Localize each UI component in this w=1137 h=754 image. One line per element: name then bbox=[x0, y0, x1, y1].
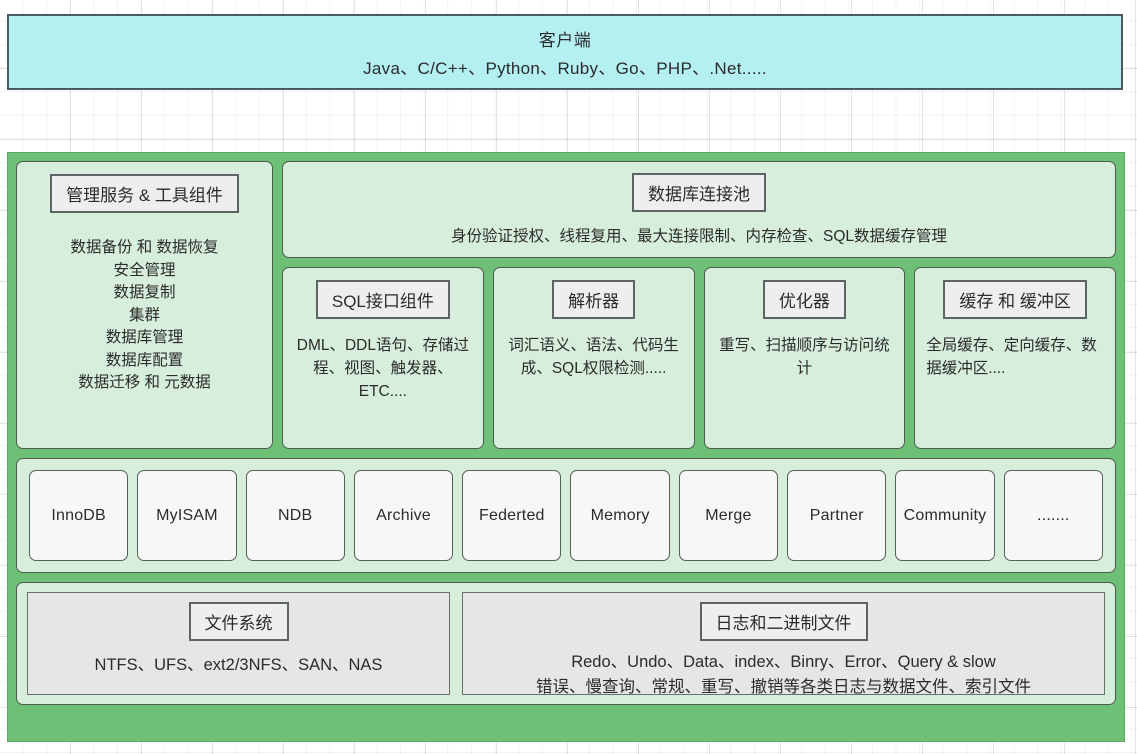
cache-buffer-panel: 缓存 和 缓冲区 全局缓存、定向缓存、数据缓冲区.... bbox=[914, 267, 1116, 449]
optimizer-description: 重写、扫描顺序与访问统计 bbox=[719, 337, 890, 377]
log-files-description: Redo、Undo、Data、index、Binry、Error、Query &… bbox=[536, 650, 1031, 700]
management-services-panel: 管理服务 & 工具组件 数据备份 和 数据恢复 安全管理 数据复制 集群 数据库… bbox=[16, 161, 273, 449]
storage-engine-item: Merge bbox=[678, 470, 779, 561]
parser-title: 解析器 bbox=[552, 280, 636, 319]
storage-engine-item: Archive bbox=[353, 470, 454, 561]
log-files-box: 日志和二进制文件 Redo、Undo、Data、index、Binry、Erro… bbox=[462, 592, 1105, 696]
management-services-list: 数据备份 和 数据恢复 安全管理 数据复制 集群 数据库管理 数据库配置 数据迁… bbox=[70, 237, 218, 395]
list-item: 数据库管理 bbox=[105, 329, 184, 346]
client-languages: Java、C/C++、Python、Ruby、Go、PHP、.Net..... bbox=[363, 58, 767, 78]
file-system-description: NTFS、UFS、ext2/3NFS、SAN、NAS bbox=[94, 656, 383, 674]
sql-interface-panel: SQL接口组件 DML、DDL语句、存储过程、视图、触发器、ETC.... bbox=[282, 267, 484, 449]
parser-panel: 解析器 词汇语义、语法、代码生成、SQL权限检测..... bbox=[492, 267, 695, 449]
storage-engine-item: Community bbox=[895, 470, 995, 561]
management-and-components-row: 管理服务 & 工具组件 数据备份 和 数据恢复 安全管理 数据复制 集群 数据库… bbox=[16, 161, 1116, 449]
storage-files-panel: 文件系统 NTFS、UFS、ext2/3NFS、SAN、NAS 日志和二进制文件… bbox=[16, 582, 1116, 705]
storage-engine-item: NDB bbox=[245, 470, 345, 561]
storage-engines-panel: InnoDB MyISAM NDB Archive Federted Memor… bbox=[16, 458, 1116, 573]
cache-buffer-title: 缓存 和 缓冲区 bbox=[943, 280, 1087, 319]
list-item: 数据复制 bbox=[113, 284, 176, 301]
storage-engine-item: Memory bbox=[570, 470, 670, 561]
optimizer-panel: 优化器 重写、扫描顺序与访问统计 bbox=[703, 267, 906, 449]
list-item: 集群 bbox=[128, 306, 160, 324]
diagram-canvas: 客户端 Java、C/C++、Python、Ruby、Go、PHP、.Net..… bbox=[0, 0, 1137, 754]
sql-interface-title: SQL接口组件 bbox=[315, 280, 450, 319]
storage-engine-item: InnoDB bbox=[29, 470, 129, 561]
server-layer-container: 管理服务 & 工具组件 数据备份 和 数据恢复 安全管理 数据复制 集群 数据库… bbox=[7, 152, 1125, 742]
optimizer-title: 优化器 bbox=[762, 280, 846, 319]
cache-buffer-description: 全局缓存、定向缓存、数据缓冲区.... bbox=[926, 337, 1097, 377]
connection-pool-title: 数据库连接池 bbox=[632, 173, 766, 212]
parser-description: 词汇语义、语法、代码生成、SQL权限检测..... bbox=[508, 337, 679, 377]
log-files-title: 日志和二进制文件 bbox=[699, 602, 868, 641]
sql-interface-description: DML、DDL语句、存储过程、视图、触发器、ETC.... bbox=[296, 337, 469, 400]
list-item: 数据迁移 和 元数据 bbox=[78, 374, 211, 391]
storage-engine-item: Partner bbox=[787, 470, 887, 561]
pool-and-components-column: 数据库连接池 身份验证授权、线程复用、最大连接限制、内存检查、SQL数据缓存管理… bbox=[282, 161, 1116, 449]
storage-engine-item: MyISAM bbox=[137, 470, 237, 561]
client-title: 客户端 bbox=[538, 30, 592, 50]
log-files-line-2: 错误、慢查询、常规、重写、撤销等各类日志与数据文件、索引文件 bbox=[536, 678, 1031, 696]
file-system-box: 文件系统 NTFS、UFS、ext2/3NFS、SAN、NAS bbox=[27, 592, 450, 695]
list-item: 安全管理 bbox=[113, 261, 176, 279]
file-system-title: 文件系统 bbox=[188, 602, 289, 641]
management-services-title: 管理服务 & 工具组件 bbox=[50, 174, 239, 213]
list-item: 数据库配置 bbox=[105, 351, 184, 369]
storage-engine-item: Federted bbox=[462, 470, 562, 561]
connection-pool-panel: 数据库连接池 身份验证授权、线程复用、最大连接限制、内存检查、SQL数据缓存管理 bbox=[282, 161, 1116, 258]
connection-pool-description: 身份验证授权、线程复用、最大连接限制、内存检查、SQL数据缓存管理 bbox=[450, 228, 948, 245]
components-row: SQL接口组件 DML、DDL语句、存储过程、视图、触发器、ETC.... 解析… bbox=[282, 267, 1116, 449]
log-files-line-1: Redo、Undo、Data、index、Binry、Error、Query &… bbox=[571, 653, 996, 671]
list-item: 数据备份 和 数据恢复 bbox=[70, 239, 219, 256]
client-layer-box: 客户端 Java、C/C++、Python、Ruby、Go、PHP、.Net..… bbox=[7, 14, 1123, 90]
storage-engine-item: ....... bbox=[1003, 470, 1103, 561]
